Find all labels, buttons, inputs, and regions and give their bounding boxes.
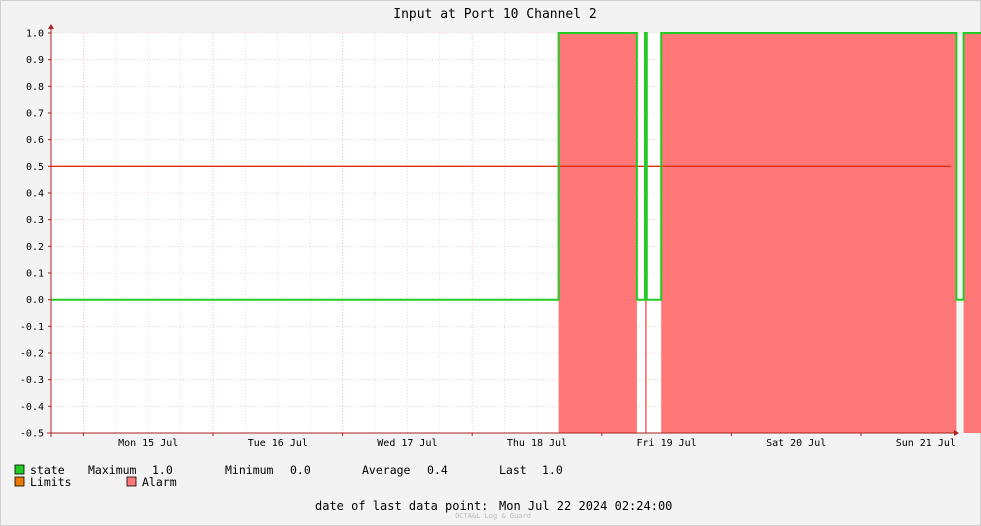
legend-average-value: 0.4 xyxy=(427,463,448,477)
watermark: OCTA&L Log & Guard xyxy=(455,512,531,520)
y-tick-label: 0.2 xyxy=(26,242,44,253)
chart-svg: Input at Port 10 Channel 2 1.0 0.9 0.8 0.7 0… xyxy=(0,0,981,526)
legend-maximum-label: Maximum xyxy=(88,463,137,477)
legend-limits-label: Limits xyxy=(30,475,72,489)
legend-minimum-value: 0.0 xyxy=(290,463,311,477)
x-tick-label: Mon 15 Jul xyxy=(118,438,178,449)
alarm-area xyxy=(558,33,637,433)
y-tick-label: -0.4 xyxy=(20,402,44,413)
y-tick-label: 0.1 xyxy=(26,269,44,280)
y-tick-label: 0.8 xyxy=(26,82,44,93)
alarm-swatch xyxy=(126,476,137,487)
legend-minimum-label: Minimum xyxy=(225,463,274,477)
y-tick-label: 0.0 xyxy=(26,295,44,306)
x-tick-label: Tue 16 Jul xyxy=(248,438,308,449)
y-tick-label: 1.0 xyxy=(26,29,44,40)
state-swatch xyxy=(14,464,25,475)
y-tick-label: 0.6 xyxy=(26,135,44,146)
y-tick-label: -0.2 xyxy=(20,349,44,360)
x-tick-label: Sat 20 Jul xyxy=(766,438,826,449)
alarm-area xyxy=(963,33,981,433)
x-tick-label: Fri 19 Jul xyxy=(636,438,696,449)
y-tick-label: -0.1 xyxy=(20,322,44,333)
chart-title: Input at Port 10 Channel 2 xyxy=(393,7,597,22)
x-tick-label: Thu 18 Jul xyxy=(507,438,567,449)
limits-swatch xyxy=(14,476,25,487)
y-tick-label: 0.5 xyxy=(26,162,44,173)
y-tick-label: 0.3 xyxy=(26,215,44,226)
x-tick-label: Sun 21 Jul xyxy=(896,438,956,449)
alarm-areas xyxy=(558,33,981,433)
legend-average-label: Average xyxy=(362,463,411,477)
y-tick-label: 0.4 xyxy=(26,189,44,200)
x-tick-label: Wed 17 Jul xyxy=(377,438,437,449)
alarm-area xyxy=(661,33,957,433)
y-tick-label: 0.9 xyxy=(26,55,44,66)
y-tick-label: -0.3 xyxy=(20,375,44,386)
legend-last-value: 1.0 xyxy=(542,463,563,477)
last-point-label: date of last data point: xyxy=(315,499,488,513)
y-tick-label: -0.5 xyxy=(20,429,44,440)
legend-alarm-label: Alarm xyxy=(142,475,177,489)
legend-last-label: Last xyxy=(499,463,527,477)
y-tick-label: 0.7 xyxy=(26,109,44,120)
last-point-value: Mon Jul 22 2024 02:24:00 xyxy=(499,499,672,513)
chart-frame: Input at Port 10 Channel 2 1.0 0.9 0.8 0.7 0… xyxy=(0,0,981,526)
